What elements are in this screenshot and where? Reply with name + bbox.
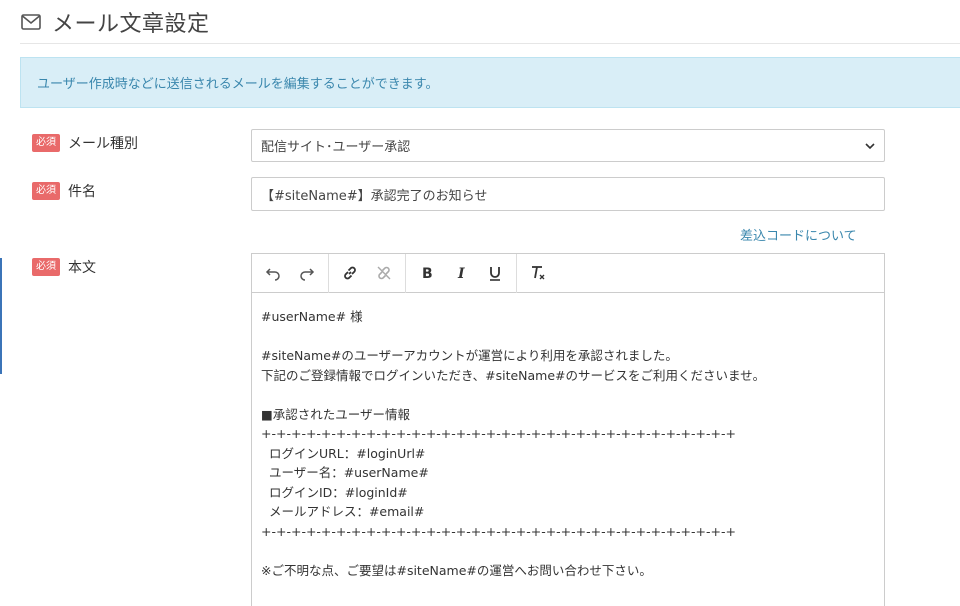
underline-button[interactable] <box>478 258 512 288</box>
italic-icon: I <box>457 266 465 282</box>
redo-button[interactable] <box>290 258 324 288</box>
body-line: ログインID：#loginId# <box>261 484 408 500</box>
svg-text:B: B <box>422 266 433 282</box>
body-line: +-+-+-+-+-+-+-+-+-+-+-+-+-+-+-+-+-+-+-+-… <box>261 523 736 539</box>
subject-label-text: 件名 <box>68 184 96 200</box>
link-group <box>329 253 406 293</box>
required-badge: 必須 <box>32 134 60 152</box>
subject-value: 【#siteName#】承認完了のお知らせ <box>261 188 488 204</box>
mail-icon <box>21 13 41 30</box>
page-header: メール文章設定 <box>20 0 960 44</box>
mail-type-select[interactable]: 配信サイト･ユーザー承認 <box>251 129 885 162</box>
body-line <box>261 385 875 405</box>
body-line: 下記のご登録情報でログインいただき、#siteName#のサービスをご利用くださ… <box>261 367 766 383</box>
body-line: ユーザー名：#userName# <box>261 465 429 480</box>
undo-button[interactable] <box>256 258 290 288</box>
clear-group <box>517 254 559 293</box>
format-group: B I <box>406 253 517 293</box>
unlink-icon <box>377 266 391 280</box>
body-line <box>261 327 875 347</box>
info-alert-text: ユーザー作成時などに送信されるメールを編集することができます。 <box>37 77 439 92</box>
mail-type-label-text: メール種別 <box>68 136 138 152</box>
body-line: ※ご不明な点、ご要望は#siteName#の運営へお問い合わせ下さい。 <box>261 562 652 578</box>
body-line: #userName# 様 <box>261 309 363 324</box>
rich-text-editor[interactable]: B I #userName# 様 #siteName#のユーザーアカウントが運営に… <box>251 253 885 606</box>
body-label: 必須 本文 <box>32 257 96 277</box>
link-button[interactable] <box>333 258 367 288</box>
info-alert: ユーザー作成時などに送信されるメールを編集することができます。 <box>20 57 960 108</box>
editor-toolbar: B I <box>252 253 884 293</box>
body-line <box>261 541 875 561</box>
left-edge-indicator <box>0 258 2 374</box>
unlink-button[interactable] <box>367 258 401 288</box>
bold-button[interactable]: B <box>410 258 444 288</box>
redo-icon <box>300 268 315 281</box>
editor-content[interactable]: #userName# 様 #siteName#のユーザーアカウントが運営により利用… <box>252 293 884 594</box>
mail-type-value: 配信サイト･ユーザー承認 <box>261 140 411 155</box>
body-line: ログインURL：#loginUrl# <box>261 445 426 461</box>
svg-text:I: I <box>457 266 465 282</box>
required-badge: 必須 <box>32 182 60 200</box>
link-icon <box>344 266 356 280</box>
body-line: +-+-+-+-+-+-+-+-+-+-+-+-+-+-+-+-+-+-+-+-… <box>261 426 736 441</box>
undo-icon <box>265 268 280 281</box>
body-line: メールアドレス：#email# <box>261 504 425 519</box>
clear-format-icon <box>532 266 545 280</box>
underline-icon <box>490 267 500 281</box>
bold-icon: B <box>422 266 433 282</box>
chevron-down-icon <box>865 143 875 150</box>
history-group <box>252 253 329 293</box>
italic-button[interactable]: I <box>444 258 478 288</box>
insert-code-help-link[interactable]: 差込コードについて <box>740 225 857 244</box>
body-line: #siteName#のユーザーアカウントが運営により利用を承認されました。 <box>261 348 678 363</box>
mail-type-label: 必須 メール種別 <box>32 133 138 153</box>
subject-input[interactable]: 【#siteName#】承認完了のお知らせ <box>251 177 885 211</box>
body-label-text: 本文 <box>68 260 96 276</box>
page-title: メール文章設定 <box>52 11 210 37</box>
clear-format-button[interactable] <box>521 258 555 288</box>
required-badge: 必須 <box>32 258 60 276</box>
subject-label: 必須 件名 <box>32 181 96 201</box>
body-line: ■承認されたユーザー情報 <box>261 406 411 422</box>
